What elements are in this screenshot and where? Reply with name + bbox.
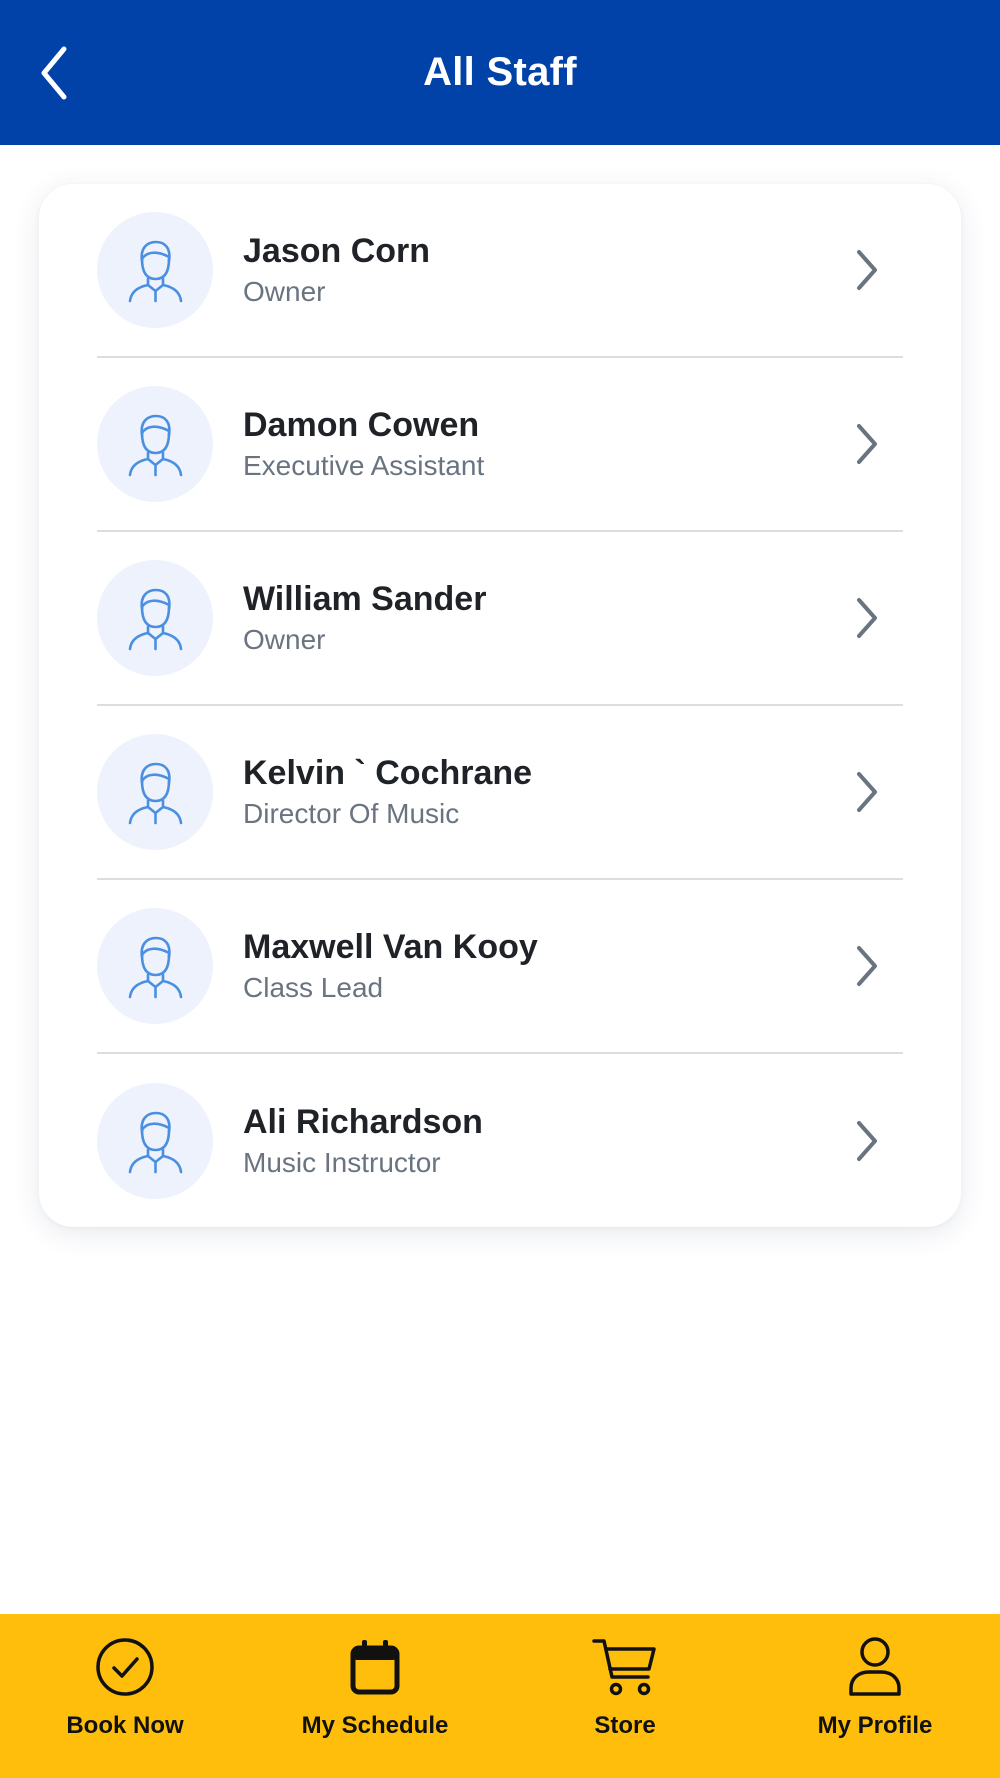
nav-label: My Profile [817,1712,933,1739]
app-header: All Staff [0,0,1000,145]
staff-info: Kelvin ` Cochrane Director Of Music [243,752,847,832]
staff-info: Jason Corn Owner [243,230,847,310]
person-avatar-icon [128,414,183,477]
staff-name: Kelvin ` Cochrane [243,754,533,792]
person-avatar-icon [128,762,183,825]
staff-role: Class Lead [243,972,384,1003]
bottom-nav: Book Now My Schedule Store My Profile [0,1614,1000,1778]
staff-name: William Sander [243,580,487,618]
staff-row-william-sander[interactable]: William Sander Owner [97,532,903,706]
staff-role: Music Instructor [243,1147,441,1178]
staff-list-card: Jason Corn Owner Damon Cowen Executive A… [39,184,961,1227]
chevron-right-icon [847,936,887,996]
chevron-right-icon [847,1111,887,1171]
person-avatar-icon [128,936,183,999]
chevron-right-icon [847,588,887,648]
staff-name: Jason Corn [243,232,431,270]
nav-label: Store [594,1712,656,1739]
staff-info: Damon Cowen Executive Assistant [243,404,847,484]
person-avatar-icon [128,588,183,651]
avatar [97,560,213,676]
chevron-right-icon [847,414,887,474]
nav-book-now[interactable]: Book Now [0,1614,250,1778]
avatar [97,212,213,328]
staff-row-ali-richardson[interactable]: Ali Richardson Music Instructor [97,1054,903,1228]
nav-store[interactable]: Store [500,1614,750,1778]
nav-label: Book Now [66,1712,184,1739]
avatar [97,908,213,1024]
check-circle-icon [95,1634,155,1700]
staff-info: Ali Richardson Music Instructor [243,1101,847,1181]
staff-row-damon-cowen[interactable]: Damon Cowen Executive Assistant [97,358,903,532]
calendar-icon [349,1634,401,1700]
all-staff-screen: All Staff Jason Corn Owner Damon Cowen E… [0,0,1000,1778]
cart-icon [592,1634,658,1700]
staff-name: Maxwell Van Kooy [243,928,538,966]
page-title: All Staff [423,50,577,94]
nav-my-profile[interactable]: My Profile [750,1614,1000,1778]
staff-role: Owner [243,276,326,307]
back-button[interactable] [30,38,78,108]
staff-role: Owner [243,624,326,655]
staff-name: Ali Richardson [243,1103,483,1141]
staff-info: Maxwell Van Kooy Class Lead [243,926,847,1006]
person-avatar-icon [128,1111,183,1174]
staff-role: Director Of Music [243,798,460,829]
staff-name: Damon Cowen [243,406,480,444]
staff-row-maxwell-van-kooy[interactable]: Maxwell Van Kooy Class Lead [97,880,903,1054]
chevron-right-icon [847,762,887,822]
avatar [97,386,213,502]
staff-info: William Sander Owner [243,578,847,658]
chevron-right-icon [847,240,887,300]
nav-my-schedule[interactable]: My Schedule [250,1614,500,1778]
staff-row-kelvin-cochrane[interactable]: Kelvin ` Cochrane Director Of Music [97,706,903,880]
person-avatar-icon [128,240,183,303]
staff-row-jason-corn[interactable]: Jason Corn Owner [97,184,903,358]
avatar [97,734,213,850]
nav-label: My Schedule [301,1712,449,1739]
avatar [97,1083,213,1199]
user-icon [847,1634,903,1700]
staff-role: Executive Assistant [243,450,485,481]
chevron-left-icon [41,46,67,100]
